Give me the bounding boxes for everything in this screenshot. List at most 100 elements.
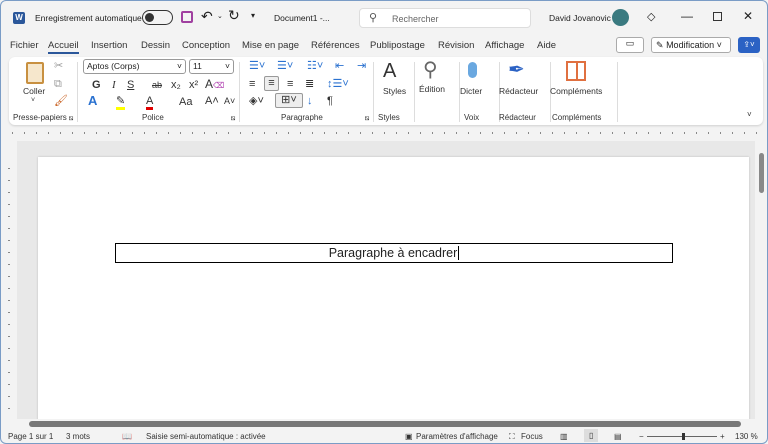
align-center-icon[interactable]: ≡ (264, 76, 279, 91)
tab-references[interactable]: Références (311, 40, 360, 51)
close-button[interactable]: ✕ (743, 9, 753, 23)
font-color-icon[interactable]: A (146, 95, 153, 110)
redo-icon[interactable]: ↻ (228, 7, 240, 24)
zoom-slider[interactable] (647, 436, 717, 437)
word-count[interactable]: 3 mots (66, 432, 90, 441)
editing-button[interactable]: Édition (419, 84, 445, 94)
mode-button[interactable]: ✎ Modification ˅ (651, 37, 731, 53)
display-settings-icon[interactable]: ▣ (405, 432, 413, 441)
maximize-button[interactable] (713, 12, 722, 21)
bullets-icon[interactable]: ☰˅ (249, 60, 265, 72)
horizontal-ruler[interactable] (1, 127, 768, 139)
tab-conception[interactable]: Conception (182, 40, 230, 51)
subscript-button[interactable]: x₂ (171, 79, 181, 91)
bold-button[interactable]: G (92, 79, 101, 91)
vertical-ruler[interactable] (5, 157, 13, 419)
highlight-icon[interactable]: ✎ (116, 95, 125, 110)
cut-icon[interactable]: ✂ (54, 60, 63, 72)
avatar[interactable] (612, 9, 629, 26)
undo-icon[interactable]: ↶ (201, 8, 213, 25)
strikethrough-button[interactable]: ab (152, 79, 162, 91)
group-styles-label: Styles (378, 113, 400, 122)
shading-icon[interactable]: ◈˅ (249, 95, 264, 107)
font-name-select[interactable]: Aptos (Corps)˅ (83, 59, 186, 74)
show-formatting-icon[interactable]: ¶ (327, 95, 333, 107)
dictate-button[interactable]: Dicter (460, 86, 482, 96)
change-case-button[interactable]: Aa (179, 96, 192, 108)
clipboard-launcher-icon[interactable]: ⧅ (69, 113, 73, 125)
zoom-out-button[interactable]: − (639, 432, 644, 441)
font-size-value: 11 (193, 61, 202, 71)
font-size-select[interactable]: 11˅ (189, 59, 234, 74)
tab-aide[interactable]: Aide (537, 40, 556, 51)
format-painter-icon[interactable]: 🖌 (54, 95, 68, 107)
proofing-icon[interactable]: 📖 (122, 432, 132, 441)
increase-indent-icon[interactable]: ⇥ (357, 60, 366, 72)
print-layout-icon[interactable]: ▯ (584, 429, 598, 442)
paragraph-launcher-icon[interactable]: ⧅ (365, 113, 369, 125)
minimize-button[interactable]: — (681, 9, 693, 23)
find-icon[interactable]: ⚲ (423, 59, 438, 81)
underline-button[interactable]: S (127, 79, 134, 91)
clear-formatting-icon[interactable]: A⌫ (205, 78, 224, 92)
tab-revision[interactable]: Révision (438, 40, 474, 51)
justify-icon[interactable]: ≣ (305, 78, 314, 90)
bordered-paragraph[interactable]: Paragraphe à encadrer (115, 243, 673, 263)
customize-toolbar-icon[interactable]: ▾ (251, 11, 255, 20)
line-spacing-icon[interactable]: ↕☰˅ (327, 78, 349, 90)
tab-mise-en-page[interactable]: Mise en page (242, 40, 299, 51)
zoom-level[interactable]: 130 % (735, 432, 758, 441)
document-page[interactable]: Paragraphe à encadrer (38, 157, 749, 427)
copy-icon[interactable]: ⧉ (54, 78, 62, 90)
multilevel-list-icon[interactable]: ☷˅ (307, 60, 323, 72)
numbering-icon[interactable]: ☰˅ (277, 60, 293, 72)
page-count[interactable]: Page 1 sur 1 (8, 432, 53, 441)
tab-fichier[interactable]: Fichier (10, 40, 39, 51)
focus-icon[interactable]: ⛶ (509, 432, 515, 442)
italic-button[interactable]: I (112, 79, 116, 91)
autosave-toggle[interactable] (142, 10, 173, 25)
addins-button[interactable]: Compléments (550, 86, 602, 96)
autosave-label: Enregistrement automatique (35, 13, 142, 23)
styles-button[interactable]: Styles (383, 86, 406, 96)
text-effects-icon[interactable]: A (88, 95, 97, 107)
align-left-icon[interactable]: ≡ (249, 78, 255, 90)
tab-publipostage[interactable]: Publipostage (370, 40, 425, 51)
collapse-ribbon-icon[interactable]: ˅ (747, 109, 752, 121)
save-icon[interactable] (181, 11, 193, 23)
horizontal-scrollbar[interactable] (17, 419, 756, 429)
editor-button[interactable]: Rédacteur (499, 86, 538, 96)
premium-diamond-icon[interactable]: ◇ (647, 10, 655, 23)
vertical-scrollbar[interactable] (756, 141, 768, 419)
shrink-font-button[interactable]: A˅ (224, 95, 235, 107)
comments-button[interactable]: ▭ (616, 37, 644, 53)
autocomplete-status[interactable]: Saisie semi-automatique : activée (146, 432, 266, 441)
tab-affichage[interactable]: Affichage (485, 40, 524, 51)
microphone-icon (468, 62, 477, 78)
web-layout-icon[interactable]: ▤ (614, 432, 622, 441)
grow-font-button[interactable]: A˄ (205, 95, 219, 107)
read-mode-icon[interactable]: ▥ (560, 432, 568, 441)
decrease-indent-icon[interactable]: ⇤ (335, 60, 344, 72)
styles-icon[interactable]: A (383, 60, 396, 82)
share-button[interactable]: ⇪˅ (738, 37, 760, 53)
sort-icon[interactable]: ↓ (307, 95, 313, 107)
paste-dropdown-icon[interactable]: ˅ (31, 95, 35, 107)
font-launcher-icon[interactable]: ⧅ (231, 113, 235, 125)
tab-dessin[interactable]: Dessin (141, 40, 170, 51)
display-settings-button[interactable]: Paramètres d'affichage (416, 432, 498, 441)
borders-icon[interactable]: ⊞˅ (275, 93, 303, 108)
zoom-in-button[interactable]: + (720, 432, 725, 441)
search-box[interactable]: ⚲ Rechercher (359, 8, 531, 28)
align-right-icon[interactable]: ≡ (287, 78, 293, 90)
tab-insertion[interactable]: Insertion (91, 40, 127, 51)
mode-label: Modification (666, 40, 714, 50)
status-bar: Page 1 sur 1 3 mots 📖 Saisie semi-automa… (1, 429, 768, 444)
superscript-button[interactable]: x² (189, 79, 198, 91)
group-addins-label: Compléments (552, 113, 601, 122)
focus-button[interactable]: Focus (521, 432, 543, 441)
undo-dropdown-icon[interactable]: ⌄ (217, 12, 223, 20)
user-name[interactable]: David Jovanovic (549, 13, 611, 23)
tab-accueil[interactable]: Accueil (48, 40, 79, 54)
editor-icon: ✒ (508, 59, 525, 81)
